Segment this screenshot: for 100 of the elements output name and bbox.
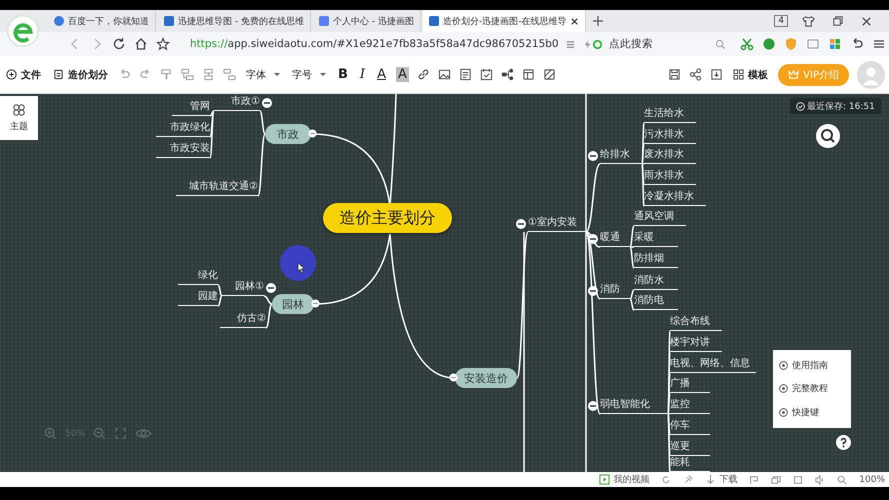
topic-node[interactable]: 综合布线 — [670, 315, 722, 331]
topic-node[interactable]: 给排水 — [600, 148, 642, 164]
topic-node[interactable]: 采暖 — [634, 231, 678, 247]
bold-button[interactable]: B — [336, 67, 350, 82]
browser-tab[interactable]: 造价划分-迅捷画图-在线思维导 — [422, 10, 586, 32]
link-icon[interactable] — [416, 68, 430, 81]
page-zoom-level[interactable]: 100% — [859, 474, 885, 484]
search-icon[interactable] — [715, 38, 726, 50]
topic-node[interactable]: 消防电 — [634, 294, 678, 310]
help-icon[interactable] — [836, 435, 851, 450]
my-videos-button[interactable]: 我的视频 — [599, 473, 650, 486]
search-button-icon[interactable] — [816, 124, 840, 148]
structure-icon[interactable] — [500, 68, 514, 81]
topic-node[interactable]: 雨水排水 — [644, 169, 696, 185]
topic-node[interactable]: 消防水 — [634, 274, 678, 290]
save-icon[interactable] — [668, 68, 682, 81]
coin-icon[interactable] — [762, 37, 776, 51]
collapse-icon[interactable] — [588, 234, 598, 244]
window-count[interactable]: 4 — [774, 15, 788, 27]
topic-node[interactable]: 暖通 — [600, 231, 630, 247]
topic-node[interactable]: 废水排水 — [644, 148, 696, 164]
topic-node[interactable]: 管网 — [172, 100, 210, 116]
topic-node[interactable]: 市政安装 — [156, 142, 210, 158]
star-icon[interactable] — [156, 37, 170, 51]
topic-node[interactable]: 监控 — [670, 398, 710, 414]
format-painter-icon[interactable] — [160, 68, 173, 81]
scissors-icon[interactable] — [740, 37, 754, 51]
reload-icon[interactable] — [112, 37, 126, 51]
topic-node[interactable]: ①室内安装 — [528, 216, 586, 232]
calendar-check-icon[interactable] — [480, 68, 493, 81]
topic-node[interactable]: 生活给水 — [644, 107, 696, 123]
download-icon[interactable] — [710, 68, 724, 81]
help-menu-item[interactable]: 使用指南 — [779, 359, 845, 372]
topic-node[interactable]: 污水排水 — [644, 128, 696, 144]
node-knob-icon[interactable] — [449, 373, 458, 382]
shirt-icon[interactable] — [802, 14, 815, 28]
topic-node[interactable]: 市政绿化 — [156, 121, 210, 137]
topic-node[interactable]: 巡更 — [670, 440, 710, 456]
restore-icon[interactable] — [831, 14, 844, 28]
close-icon[interactable] — [860, 14, 873, 28]
speaker-icon[interactable] — [815, 474, 826, 484]
flag-icon[interactable] — [749, 474, 760, 484]
topic-node[interactable]: 仿古② — [220, 312, 266, 328]
topic-node[interactable]: 通风空调 — [634, 210, 686, 226]
topic-node[interactable]: 广播 — [670, 377, 710, 393]
collapse-icon[interactable] — [588, 151, 598, 161]
sibling-node-icon[interactable] — [202, 68, 215, 81]
topic-node[interactable]: 城市轨道交通② — [176, 180, 258, 196]
root-node[interactable]: 造价主要划分 — [323, 203, 452, 233]
topic-node[interactable]: 冷凝水排水 — [644, 190, 706, 206]
theme-button[interactable]: 主题 — [0, 96, 38, 140]
branch-node[interactable]: 市政 — [265, 124, 311, 144]
layout-icon[interactable] — [522, 68, 535, 81]
collapse-icon[interactable] — [266, 283, 276, 293]
parent-node-icon[interactable] — [223, 68, 236, 81]
collapse-icon[interactable] — [588, 286, 598, 296]
apps-icon[interactable] — [828, 37, 842, 51]
topic-node[interactable]: 停车 — [670, 419, 710, 435]
download-button[interactable]: 下载 — [705, 473, 738, 486]
collapse-icon[interactable] — [262, 98, 272, 108]
windows-icon[interactable] — [771, 474, 782, 484]
topic-node[interactable]: 防排烟 — [634, 252, 678, 268]
collapse-icon[interactable] — [516, 219, 526, 229]
help-menu-item[interactable]: 快捷键 — [779, 406, 845, 419]
italic-button[interactable]: I — [358, 67, 368, 82]
cursor-highlight — [280, 245, 316, 281]
magnifier-icon[interactable] — [837, 474, 848, 484]
node-knob-icon[interactable] — [311, 299, 320, 308]
topic-node[interactable]: 市政① — [214, 95, 260, 111]
topic-node[interactable]: 绿化 — [178, 269, 218, 285]
topic-node[interactable]: 园建 — [178, 290, 218, 306]
pattern-icon[interactable] — [542, 68, 556, 81]
help-menu-item[interactable]: 完整教程 — [779, 382, 845, 396]
font-size-dropdown[interactable]: 字号 — [290, 66, 328, 84]
share-icon[interactable] — [689, 68, 702, 81]
topic-node[interactable]: 楼宇对讲 — [670, 336, 722, 352]
branch-node[interactable]: 园林 — [272, 294, 314, 314]
search-field[interactable]: 点此搜索 — [607, 37, 711, 51]
new-tab-icon[interactable] — [592, 15, 604, 27]
document-title-button[interactable]: 造价划分 — [51, 66, 110, 84]
file-button[interactable]: 文件 — [4, 66, 43, 84]
refresh-icon[interactable] — [661, 474, 672, 484]
highlight-button[interactable]: A — [396, 67, 409, 82]
template-button[interactable]: 模板 — [731, 66, 770, 84]
topic-node[interactable]: 消防 — [600, 283, 630, 299]
collapse-icon[interactable] — [588, 401, 598, 411]
child-node-icon[interactable] — [181, 68, 194, 81]
note-icon[interactable] — [458, 68, 472, 81]
topic-node[interactable]: 园林① — [222, 280, 264, 296]
topic-node[interactable]: 电视、网络、信息 — [670, 357, 756, 373]
close-icon[interactable] — [570, 16, 580, 26]
branch-node[interactable]: 安装造价 — [455, 368, 517, 388]
image-icon[interactable] — [438, 68, 451, 81]
font-dropdown[interactable]: 字体 — [244, 66, 282, 84]
home-icon[interactable] — [134, 37, 148, 51]
font-color-button[interactable]: A — [375, 67, 388, 82]
search-engine-icon — [592, 38, 603, 50]
topic-node[interactable]: 弱电智能化 — [600, 398, 668, 414]
node-knob-icon[interactable] — [308, 129, 317, 138]
window-icon[interactable] — [793, 474, 804, 484]
